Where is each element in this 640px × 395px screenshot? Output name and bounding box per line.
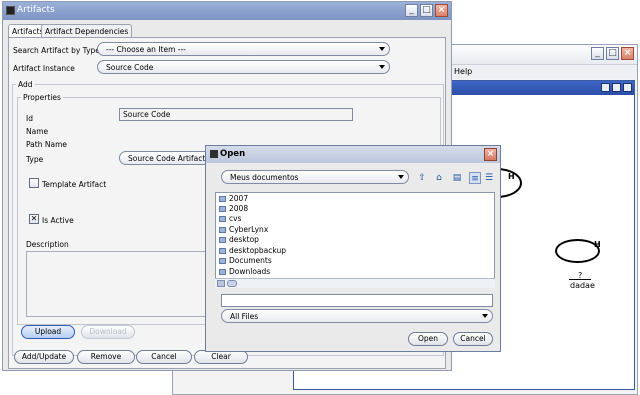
- app-icon: [6, 6, 15, 15]
- list-item[interactable]: CyberLynx: [219, 225, 268, 235]
- list-item[interactable]: 2008: [219, 204, 248, 214]
- file-name: cvs: [229, 214, 242, 223]
- node-2-divider: [569, 279, 591, 280]
- chevron-down-icon: [398, 175, 404, 179]
- id-field[interactable]: Source Code: [119, 108, 353, 121]
- filename-field[interactable]: [221, 294, 493, 307]
- file-name: desktop: [229, 235, 259, 244]
- clear-button[interactable]: Clear: [194, 350, 248, 364]
- type-select[interactable]: Source Code Artifact: [119, 151, 219, 165]
- look-in-select[interactable]: Meus documentos: [221, 170, 409, 184]
- open-dialog-titlebar: Open ×: [206, 146, 500, 163]
- close-icon[interactable]: ×: [484, 148, 497, 161]
- maximize-icon[interactable]: □: [420, 4, 433, 17]
- home-icon[interactable]: ⌂: [433, 172, 445, 184]
- instance-label: Artifact Instance: [13, 64, 75, 73]
- dialog-cancel-button[interactable]: Cancel: [453, 332, 493, 346]
- node-2-label: dadae: [570, 281, 595, 290]
- open-dialog-title: Open: [220, 149, 246, 159]
- file-name: 2007: [229, 194, 249, 203]
- download-button[interactable]: Download: [81, 325, 135, 339]
- open-file-dialog: Open × Meus documentos ⇧ ⌂ ▤ ≡ ☰ 2007 20…: [205, 145, 501, 352]
- search-label: Search Artifact by Type: [13, 46, 100, 55]
- window-title: Artifacts: [17, 5, 55, 15]
- template-artifact-label: Template Artifact: [42, 180, 107, 189]
- scroll-thumb[interactable]: [227, 280, 237, 287]
- file-name: CyberLynx: [229, 225, 269, 234]
- search-type-value: --- Choose an Item ---: [106, 45, 186, 54]
- tab-artifact-dependencies[interactable]: Artifact Dependencies: [41, 24, 133, 37]
- list-item[interactable]: desktopbackup: [219, 246, 286, 256]
- search-type-select[interactable]: --- Choose an Item ---: [97, 42, 390, 56]
- folder-icon: [219, 196, 226, 202]
- new-folder-icon[interactable]: ▤: [451, 172, 463, 184]
- type-select-value: Source Code Artifact: [128, 154, 206, 163]
- chevron-down-icon: [379, 47, 385, 51]
- is-active-label: Is Active: [42, 216, 74, 225]
- add-group-title: Add: [16, 80, 35, 89]
- node-1-marker: H: [508, 172, 515, 181]
- folder-icon: [219, 237, 226, 243]
- list-item[interactable]: desktop: [219, 235, 259, 245]
- properties-group-title: Properties: [21, 93, 63, 102]
- up-folder-icon[interactable]: ⇧: [416, 172, 428, 184]
- file-list[interactable]: 2007 2008 cvs CyberLynx desktop desktopb…: [215, 192, 495, 288]
- file-name: Downloads: [229, 267, 271, 276]
- node-2-marker: H: [594, 240, 601, 249]
- list-item[interactable]: Documents: [219, 256, 272, 266]
- chevron-down-icon: [379, 65, 385, 69]
- description-textarea[interactable]: [26, 251, 216, 317]
- app-icon: [210, 150, 218, 158]
- inner-minimize-icon[interactable]: [601, 83, 610, 92]
- chevron-down-icon: [482, 314, 488, 318]
- template-artifact-checkbox[interactable]: [29, 178, 39, 188]
- close-icon[interactable]: ×: [435, 4, 448, 17]
- file-name: desktopbackup: [229, 246, 287, 255]
- id-label: Id: [26, 114, 33, 123]
- artifacts-titlebar: Artifacts _ □ ×: [3, 2, 451, 20]
- is-active-checkbox[interactable]: ✕: [29, 214, 39, 224]
- inner-maximize-icon[interactable]: [612, 83, 621, 92]
- scroll-left-icon[interactable]: [217, 280, 225, 287]
- file-list-scrollbar[interactable]: [215, 278, 495, 288]
- artifact-instance-select[interactable]: Source Code: [97, 60, 390, 74]
- folder-icon: [219, 258, 226, 264]
- list-item[interactable]: 2007: [219, 194, 248, 204]
- description-label: Description: [26, 240, 69, 249]
- id-field-value: Source Code: [123, 110, 171, 119]
- folder-icon: [219, 269, 226, 275]
- close-icon[interactable]: ×: [621, 47, 634, 60]
- open-button[interactable]: Open: [408, 332, 448, 346]
- cancel-button[interactable]: Cancel: [136, 350, 192, 364]
- name-label: Name: [26, 127, 49, 136]
- file-name: Documents: [229, 256, 272, 265]
- folder-icon: [219, 216, 226, 222]
- list-view-icon[interactable]: ≡: [469, 172, 481, 184]
- remove-button[interactable]: Remove: [77, 350, 135, 364]
- details-view-icon[interactable]: ☰: [483, 172, 495, 184]
- list-item[interactable]: Downloads: [219, 267, 270, 277]
- minimize-icon[interactable]: _: [591, 47, 604, 60]
- inner-close-icon[interactable]: [623, 83, 632, 92]
- minimize-icon[interactable]: _: [405, 4, 418, 17]
- type-label: Type: [26, 155, 44, 164]
- upload-button[interactable]: Upload: [21, 325, 75, 339]
- file-name: 2008: [229, 204, 249, 213]
- folder-icon: [219, 248, 226, 254]
- folder-icon: [219, 206, 226, 212]
- maximize-icon[interactable]: □: [606, 47, 619, 60]
- file-type-value: All Files: [230, 312, 259, 321]
- folder-icon: [219, 227, 226, 233]
- path-name-label: Path Name: [26, 140, 67, 149]
- artifact-instance-value: Source Code: [106, 63, 154, 72]
- look-in-value: Meus documentos: [230, 173, 299, 182]
- menu-help[interactable]: Help: [454, 67, 472, 76]
- file-type-select[interactable]: All Files: [221, 309, 493, 323]
- list-item[interactable]: cvs: [219, 214, 241, 224]
- add-update-button[interactable]: Add/Update: [14, 350, 74, 364]
